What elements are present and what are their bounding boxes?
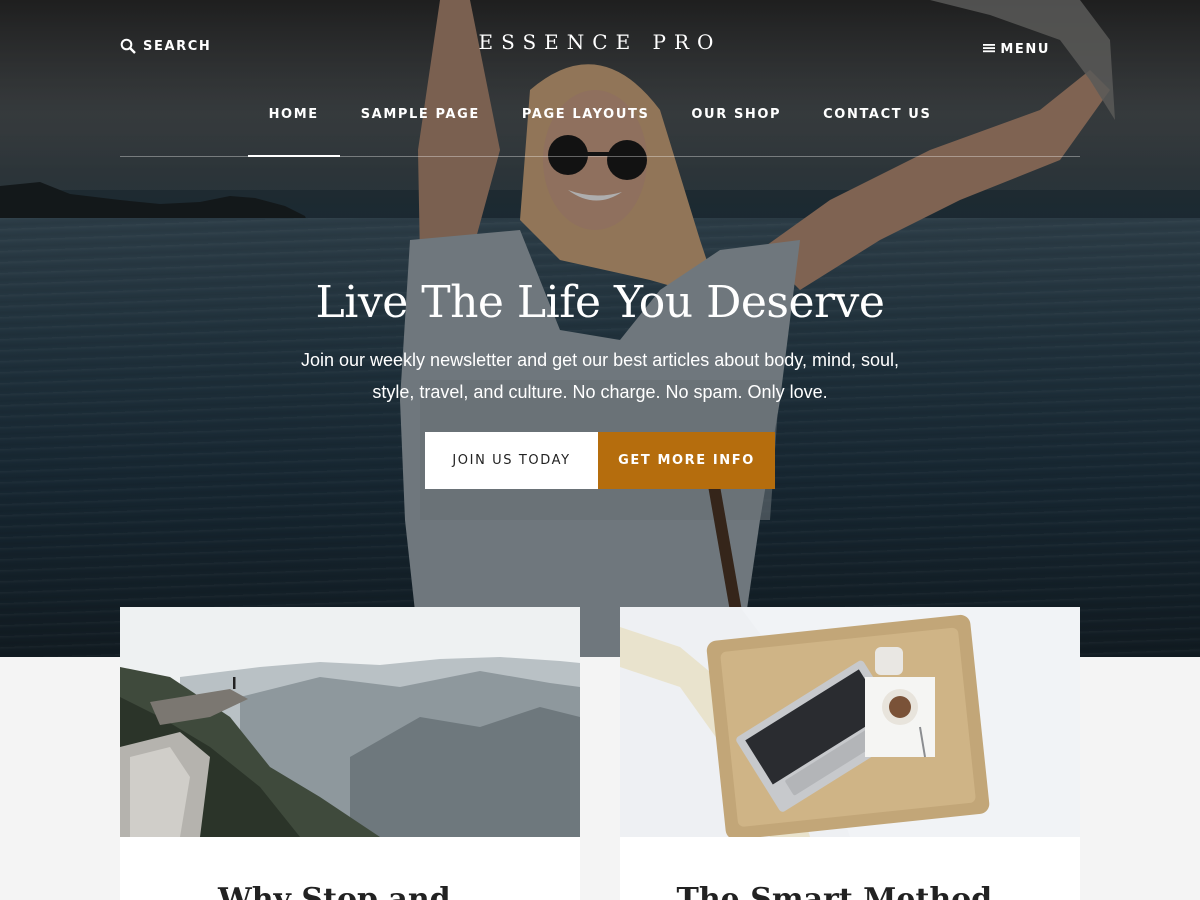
join-us-today-button[interactable]: JOIN US TODAY bbox=[425, 432, 598, 489]
menu-toggle[interactable]: MENU bbox=[983, 40, 1050, 58]
hero-title: Live The Life You Deserve bbox=[315, 277, 885, 328]
post-card-title[interactable]: The Smart Method... bbox=[620, 882, 1080, 900]
menu-label: MENU bbox=[1000, 41, 1050, 57]
nav-item-sample-page[interactable]: SAMPLE PAGE bbox=[340, 96, 501, 156]
get-more-info-button[interactable]: GET MORE INFO bbox=[598, 432, 775, 489]
primary-nav: HOME SAMPLE PAGE PAGE LAYOUTS OUR SHOP C… bbox=[120, 96, 1080, 157]
hero-buttons: JOIN US TODAY GET MORE INFO bbox=[425, 432, 775, 489]
post-card[interactable]: The Smart Method... bbox=[620, 607, 1080, 900]
nav-item-our-shop[interactable]: OUR SHOP bbox=[670, 96, 802, 156]
laptop-tray-image[interactable] bbox=[620, 607, 1080, 837]
nav-item-home[interactable]: HOME bbox=[247, 96, 340, 157]
hero-content: Live The Life You Deserve Join our weekl… bbox=[0, 276, 1200, 408]
site-title-link[interactable]: ESSENCE PRO bbox=[479, 30, 722, 54]
post-card[interactable]: Why Stop and... bbox=[120, 607, 580, 900]
hero-description: Join our weekly newsletter and get our b… bbox=[301, 350, 899, 402]
site-title: ESSENCE PRO bbox=[120, 30, 1080, 54]
nav-item-page-layouts[interactable]: PAGE LAYOUTS bbox=[501, 96, 671, 156]
mountain-cliff-image[interactable] bbox=[120, 607, 580, 837]
site-header: SEARCH ESSENCE PRO MENU HOME SAMPLE PAGE… bbox=[120, 0, 1080, 157]
hamburger-icon bbox=[983, 40, 996, 58]
nav-item-contact-us[interactable]: CONTACT US bbox=[802, 96, 952, 156]
post-card-title[interactable]: Why Stop and... bbox=[120, 882, 580, 900]
